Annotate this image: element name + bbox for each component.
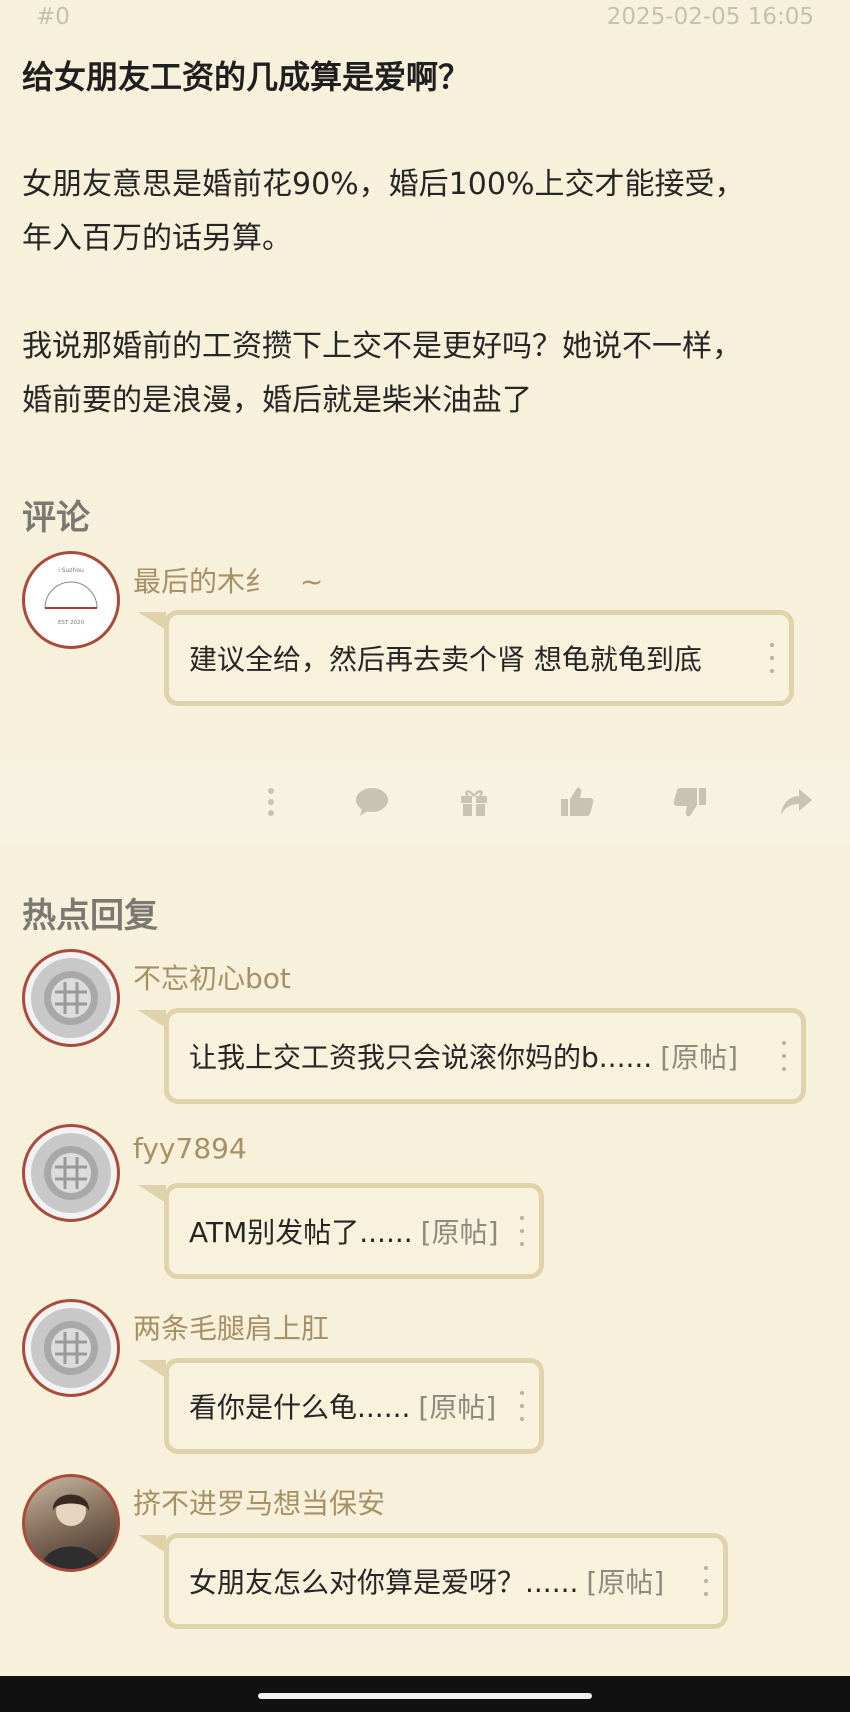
post-page: #0 2025-02-05 16:05 给女朋友工资的几成算是爱啊？ 女朋友意思… [0,0,850,1712]
post-paragraph: 婚前要的是浪漫，婚后就是柴米油盐了 [22,383,532,418]
reply-bubble[interactable]: 女朋友怎么对你算是爱呀？...... [原帖] [164,1533,728,1629]
avatar[interactable] [22,949,120,1047]
comment-bubble[interactable]: 建议全给，然后再去卖个肾 想龟就龟到底 [164,610,794,706]
default-avatar-icon [31,1133,111,1213]
default-avatar-icon [31,1308,111,1388]
avatar[interactable]: i Suzhou EST 2020 [22,551,120,649]
post-paragraph: 年入百万的话另算。 [22,221,292,256]
reply-username[interactable]: fyy7894 [133,1132,247,1165]
original-post-link[interactable]: [原帖] [421,1211,499,1251]
action-bar [0,760,850,844]
post-timestamp: 2025-02-05 16:05 [606,4,814,30]
bubble-tail [138,1360,166,1378]
avatar[interactable] [22,1299,120,1397]
original-post-link[interactable]: [原帖] [586,1561,664,1601]
avatar[interactable] [22,1474,120,1572]
bubble-more-icon[interactable] [519,1216,525,1246]
reply-username[interactable]: 不忘初心bot [133,957,291,997]
bubble-tail [138,612,166,630]
reply-bubble[interactable]: 让我上交工资我只会说滚你妈的b...... [原帖] [164,1008,806,1104]
system-nav-bar [0,1676,850,1712]
thumbs-down-icon[interactable] [668,780,712,824]
bubble-more-icon[interactable] [519,1391,525,1421]
username-suffix: ~ [299,565,324,598]
reply-text: 让我上交工资我只会说滚你妈的b...... [189,1041,653,1074]
bubble-tail [138,1185,166,1203]
original-post-link[interactable]: [原帖] [660,1036,738,1076]
post-paragraph: 我说那婚前的工资攒下上交不是更好吗？她说不一样， [22,329,742,364]
avatar-logo-icon: i Suzhou EST 2020 [44,567,98,626]
reply-username[interactable]: 挤不进罗马想当保安 [133,1482,385,1522]
bubble-more-icon[interactable] [769,643,775,673]
default-avatar-icon [31,958,111,1038]
post-paragraph: 女朋友意思是婚前花90%，婚后100%上交才能接受， [22,167,745,202]
hot-replies-title: 热点回复 [22,896,158,936]
bubble-more-icon[interactable] [781,1041,787,1071]
avatar[interactable] [22,1124,120,1222]
comment-icon[interactable] [350,780,394,824]
avatar-text-bottom: EST 2020 [58,620,85,626]
post-meta: #0 2025-02-05 16:05 [36,4,814,30]
home-indicator[interactable] [258,1693,592,1699]
thumbs-up-icon[interactable] [555,780,599,824]
gift-icon[interactable] [452,780,496,824]
comments-section-title: 评论 [22,498,90,538]
post-title: 给女朋友工资的几成算是爱啊？ [22,58,471,96]
reply-text: ATM别发帖了...... [189,1216,413,1249]
reply-bubble[interactable]: 看你是什么龟...... [原帖] [164,1358,544,1454]
post-number: #0 [36,4,70,30]
avatar-text-top: i Suzhou [58,567,84,574]
reply-text: 女朋友怎么对你算是爱呀？...... [189,1566,579,1599]
reply-bubble[interactable]: ATM别发帖了...... [原帖] [164,1183,544,1279]
user-photo-icon [41,1494,101,1569]
bubble-more-icon[interactable] [703,1566,709,1596]
bubble-tail [138,1535,166,1553]
comment-text: 建议全给，然后再去卖个肾 想龟就龟到底 [189,643,702,676]
bubble-tail [138,1010,166,1028]
share-icon[interactable] [774,780,818,824]
comment-username[interactable]: 最后的木纟 ~ [133,560,323,600]
reply-text: 看你是什么龟...... [189,1391,411,1424]
post-body: 女朋友意思是婚前花90%，婚后100%上交才能接受， 年入百万的话另算。 我说那… [22,158,822,428]
original-post-link[interactable]: [原帖] [418,1386,496,1426]
more-vertical-icon[interactable] [249,780,293,824]
username-text: 最后的木纟 [133,565,274,598]
reply-username[interactable]: 两条毛腿肩上肛 [133,1307,329,1347]
